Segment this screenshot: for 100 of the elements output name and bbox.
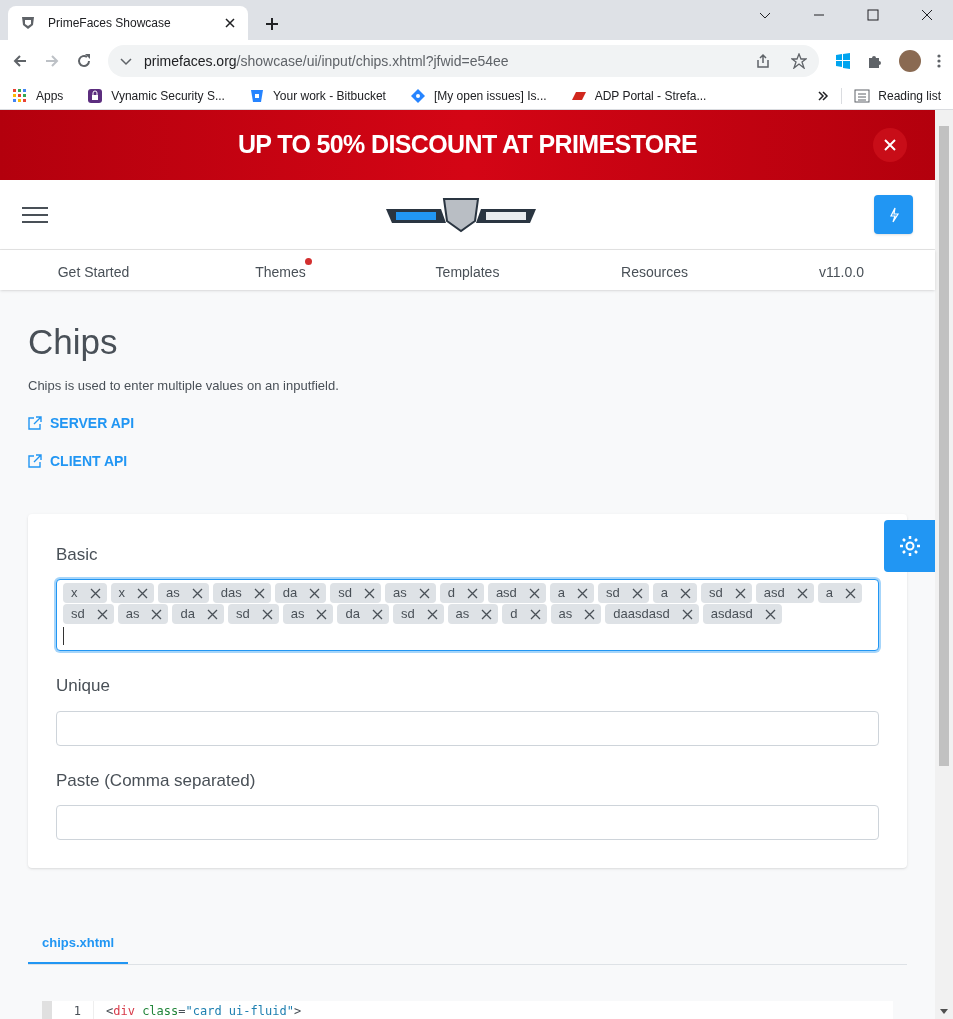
- more-icon[interactable]: [937, 53, 941, 69]
- chip-text: asd: [495, 584, 517, 603]
- chip-text: das: [220, 584, 242, 603]
- chip-text: asd: [763, 584, 785, 603]
- chip-text: a: [557, 584, 566, 603]
- browser-tab[interactable]: PrimeFaces Showcase: [8, 6, 248, 40]
- bookmark[interactable]: Apps: [12, 86, 64, 105]
- chip-text: as: [558, 605, 573, 624]
- remove-icon[interactable]: [631, 587, 643, 599]
- remove-icon[interactable]: [584, 608, 596, 620]
- bookmark[interactable]: Vynamic Security S...: [87, 86, 225, 105]
- menu-icon[interactable]: [22, 205, 48, 224]
- nav-link[interactable]: Get Started: [51, 257, 136, 283]
- remove-icon[interactable]: [680, 587, 692, 599]
- page-title: Chips: [28, 321, 119, 363]
- chip-text: asdasd: [710, 605, 753, 624]
- scrollbar[interactable]: [935, 110, 953, 1019]
- remove-icon[interactable]: [426, 608, 438, 620]
- scroll-down-icon[interactable]: [940, 1007, 948, 1015]
- chip-text: d: [447, 584, 455, 603]
- chip-text: sd: [338, 584, 352, 603]
- field-label: Unique: [56, 675, 111, 697]
- chip-text: as: [392, 584, 407, 603]
- remove-icon[interactable]: [577, 587, 589, 599]
- remove-icon[interactable]: [96, 608, 108, 620]
- remove-icon[interactable]: [845, 587, 856, 599]
- profile-avatar[interactable]: [899, 50, 921, 72]
- scrollbar-thumb[interactable]: [939, 126, 949, 766]
- field-label: Paste (Comma separated): [56, 769, 257, 792]
- settings-icon: [897, 534, 922, 558]
- close-icon[interactable]: [921, 9, 933, 21]
- puzzle-icon[interactable]: [867, 53, 883, 69]
- list-icon: [854, 87, 871, 104]
- remove-icon[interactable]: [466, 587, 478, 599]
- star-icon[interactable]: [791, 53, 807, 69]
- remove-icon[interactable]: [316, 608, 328, 620]
- remove-icon[interactable]: [371, 608, 383, 620]
- windows-icon[interactable]: [835, 53, 851, 69]
- remove-icon[interactable]: [681, 608, 693, 620]
- chip-text: sd: [606, 584, 620, 603]
- text-cursor: [63, 627, 64, 645]
- remove-icon[interactable]: [363, 587, 375, 599]
- chip-text: as: [166, 584, 180, 603]
- remove-icon[interactable]: [191, 587, 203, 599]
- remove-icon[interactable]: [481, 608, 493, 620]
- external-link-icon: [28, 454, 42, 468]
- remove-icon[interactable]: [528, 587, 540, 599]
- bucket-icon: [248, 87, 265, 104]
- bookmark[interactable]: ADP Portal - Strefa...: [570, 86, 707, 105]
- lock-icon: [87, 87, 104, 104]
- settings-button[interactable]: [884, 520, 935, 572]
- nav-link[interactable]: v11.0.0: [813, 257, 870, 283]
- remove-icon[interactable]: [734, 587, 746, 599]
- address-bar[interactable]: primefaces.org/showcase/ui/input/chips.xhtml?jfwid=e54ee: [108, 45, 819, 77]
- chip-text: a: [825, 584, 833, 603]
- maximize-icon[interactable]: [867, 9, 879, 21]
- chip-text: sd: [400, 605, 415, 624]
- remove-icon[interactable]: [89, 587, 101, 599]
- close-icon: [884, 139, 896, 151]
- remove-icon[interactable]: [261, 608, 273, 620]
- remove-icon[interactable]: [137, 587, 148, 599]
- share-icon[interactable]: [755, 53, 771, 69]
- url-text: primefaces.org/showcase/ui/input/chips.xhtml?jfwid=e54ee: [144, 51, 510, 71]
- lightning-icon: [887, 206, 900, 223]
- reload-icon[interactable]: [76, 53, 92, 69]
- remove-icon[interactable]: [253, 587, 265, 599]
- page-description: Chips is used to enter multiple values on an inputfield.: [28, 377, 340, 395]
- chip-text: d: [510, 605, 518, 624]
- chip-text: x: [71, 584, 78, 603]
- chips-input-field[interactable]: x x as das da sd as d asd a sd a sd asd a sd as da sd as da sd as d as daasdasd asdasd: [56, 579, 879, 651]
- remove-icon[interactable]: [206, 608, 218, 620]
- remove-icon[interactable]: [418, 587, 430, 599]
- diamond-icon: [409, 87, 426, 104]
- chip-text: as: [290, 605, 305, 624]
- close-banner-button[interactable]: [873, 128, 907, 162]
- bookmark[interactable]: Your work - Bitbucket: [248, 86, 386, 105]
- back-icon[interactable]: [12, 53, 28, 69]
- chips-input-field[interactable]: [56, 710, 879, 746]
- new-tab-icon[interactable]: [264, 16, 280, 32]
- nav-link[interactable]: Templates: [429, 257, 506, 283]
- line-number: 1: [52, 1001, 94, 1019]
- field-label: Basic: [56, 543, 99, 566]
- remove-icon[interactable]: [309, 587, 321, 599]
- remove-icon[interactable]: [529, 608, 541, 620]
- bookmark[interactable]: [My open issues] Is...: [409, 86, 547, 105]
- chip-text: sd: [235, 605, 250, 624]
- apps-grid-icon: [12, 87, 28, 104]
- chevrons-right-icon[interactable]: [817, 89, 830, 102]
- tab-title: PrimeFaces Showcase: [48, 15, 172, 32]
- close-icon[interactable]: [224, 17, 236, 29]
- external-link-icon: [28, 416, 42, 430]
- chip-text: sd: [71, 605, 85, 624]
- remove-icon[interactable]: [764, 608, 776, 620]
- remove-icon[interactable]: [151, 608, 163, 620]
- nav-link[interactable]: Themes: [249, 257, 312, 283]
- reading-list-button[interactable]: Reading list: [854, 86, 941, 105]
- remove-icon[interactable]: [796, 587, 808, 599]
- chip-text: da: [282, 584, 298, 603]
- nav-link[interactable]: Resources: [615, 257, 694, 283]
- chips-input-field[interactable]: [56, 805, 879, 840]
